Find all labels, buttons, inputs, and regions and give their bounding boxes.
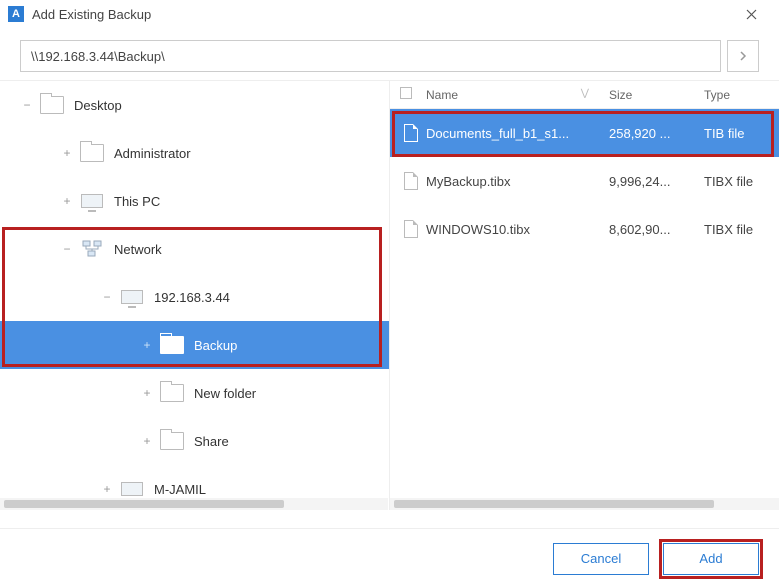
tree-label: 192.168.3.44 bbox=[154, 290, 230, 305]
tree-node-administrator[interactable]: + Administrator bbox=[0, 129, 389, 177]
file-icon bbox=[390, 172, 426, 190]
file-name: WINDOWS10.tibx bbox=[426, 222, 609, 237]
file-row[interactable]: Documents_full_b1_s1... 258,920 ... TIB … bbox=[390, 109, 779, 157]
monitor-icon bbox=[120, 479, 144, 499]
tree-node-this-pc[interactable]: + This PC bbox=[0, 177, 389, 225]
header-type[interactable]: Type bbox=[704, 88, 779, 102]
expand-icon[interactable]: + bbox=[58, 144, 76, 162]
header-size[interactable]: Size bbox=[609, 88, 704, 102]
monitor-icon bbox=[80, 191, 104, 211]
expand-icon[interactable]: + bbox=[138, 432, 156, 450]
file-header: Name ⋁ Size Type bbox=[390, 81, 779, 109]
tree-label: This PC bbox=[114, 194, 160, 209]
file-row[interactable]: WINDOWS10.tibx 8,602,90... TIBX file bbox=[390, 205, 779, 253]
header-checkbox[interactable] bbox=[390, 87, 420, 102]
tree-node-backup[interactable]: + Backup bbox=[0, 321, 389, 369]
folder-icon bbox=[160, 335, 184, 355]
expand-icon[interactable]: + bbox=[58, 192, 76, 210]
expand-icon[interactable]: + bbox=[138, 336, 156, 354]
file-name: Documents_full_b1_s1... bbox=[426, 126, 609, 141]
file-scrollbar[interactable] bbox=[390, 498, 779, 510]
tree-label: Backup bbox=[194, 338, 237, 353]
tree-label: Network bbox=[114, 242, 162, 257]
expand-icon[interactable]: + bbox=[98, 480, 116, 498]
file-type: TIBX file bbox=[704, 174, 779, 189]
path-input[interactable] bbox=[20, 40, 721, 72]
file-icon bbox=[390, 124, 426, 142]
tree-label: Administrator bbox=[114, 146, 191, 161]
collapse-icon[interactable]: − bbox=[18, 96, 36, 114]
folder-icon bbox=[40, 95, 64, 115]
file-list: Name ⋁ Size Type Documents_full_b1_s1...… bbox=[390, 81, 779, 510]
header-name[interactable]: Name ⋁ bbox=[420, 88, 609, 102]
close-icon bbox=[746, 9, 757, 20]
collapse-icon[interactable]: − bbox=[58, 240, 76, 258]
folder-icon bbox=[160, 431, 184, 451]
folder-tree: − Desktop + Administrator + This PC − Ne… bbox=[0, 81, 390, 510]
dialog-footer: Cancel Add bbox=[0, 528, 779, 588]
main-split: − Desktop + Administrator + This PC − Ne… bbox=[0, 80, 779, 510]
tree-label: Desktop bbox=[74, 98, 122, 113]
path-go-button[interactable] bbox=[727, 40, 759, 72]
network-icon bbox=[80, 239, 104, 259]
folder-icon bbox=[160, 383, 184, 403]
file-size: 8,602,90... bbox=[609, 222, 704, 237]
sort-indicator-icon: ⋁ bbox=[581, 88, 589, 99]
add-button[interactable]: Add bbox=[663, 543, 759, 575]
folder-icon bbox=[80, 143, 104, 163]
close-button[interactable] bbox=[731, 0, 771, 28]
collapse-icon[interactable]: − bbox=[98, 288, 116, 306]
file-type: TIB file bbox=[704, 126, 779, 141]
file-name: MyBackup.tibx bbox=[426, 174, 609, 189]
tree-node-new-folder[interactable]: + New folder bbox=[0, 369, 389, 417]
file-size: 9,996,24... bbox=[609, 174, 704, 189]
expand-icon[interactable]: + bbox=[138, 384, 156, 402]
tree-label: M-JAMIL bbox=[154, 482, 206, 497]
app-icon: A bbox=[8, 6, 24, 22]
tree-node-ip[interactable]: − 192.168.3.44 bbox=[0, 273, 389, 321]
tree-label: Share bbox=[194, 434, 229, 449]
path-bar bbox=[0, 28, 779, 80]
monitor-icon bbox=[120, 287, 144, 307]
file-size: 258,920 ... bbox=[609, 126, 704, 141]
tree-node-desktop[interactable]: − Desktop bbox=[0, 81, 389, 129]
file-icon bbox=[390, 220, 426, 238]
tree-node-share[interactable]: + Share bbox=[0, 417, 389, 465]
window-title: Add Existing Backup bbox=[32, 7, 731, 22]
file-type: TIBX file bbox=[704, 222, 779, 237]
cancel-button[interactable]: Cancel bbox=[553, 543, 649, 575]
tree-node-network[interactable]: − Network bbox=[0, 225, 389, 273]
titlebar: A Add Existing Backup bbox=[0, 0, 779, 28]
tree-label: New folder bbox=[194, 386, 256, 401]
file-row[interactable]: MyBackup.tibx 9,996,24... TIBX file bbox=[390, 157, 779, 205]
chevron-right-icon bbox=[739, 51, 747, 61]
tree-scrollbar[interactable] bbox=[0, 498, 388, 510]
